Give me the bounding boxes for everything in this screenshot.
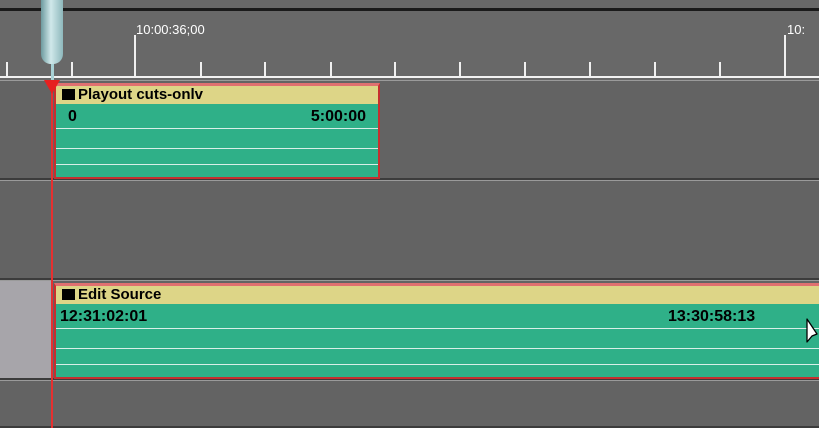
clip-divider <box>56 364 819 365</box>
clip-timecode-out: 13:30:58:13 <box>668 308 756 325</box>
ruler-minor-tick <box>459 62 461 76</box>
clip-timecode-in: 0 <box>68 108 77 125</box>
clip-divider <box>56 328 819 329</box>
ruler-minor-tick <box>6 62 8 76</box>
mouse-cursor-icon <box>806 318 818 343</box>
clip-timecode-in: 12:31:02:01 <box>60 308 148 325</box>
track-gutter[interactable] <box>0 181 52 278</box>
ruler-baseline <box>0 76 819 78</box>
ruler-minor-tick <box>71 62 73 76</box>
track-gutter[interactable] <box>0 81 52 178</box>
clip-timecode-out: 5:00:00 <box>310 108 366 125</box>
ruler-timecode-label: 10: <box>787 22 806 37</box>
ruler-minor-tick <box>330 62 332 76</box>
track-gutter[interactable] <box>0 381 52 426</box>
playhead-marker-icon <box>44 80 60 94</box>
clip-divider <box>56 164 378 165</box>
clip-divider <box>56 348 819 349</box>
ruler-top-border <box>0 8 819 11</box>
clip-edit-source[interactable]: Edit Source 12:31:02:01 13:30:58:13 <box>54 283 819 379</box>
ruler-timecode-label: 10:00:36;00 <box>136 22 205 37</box>
clip-header: Playout cuts-onlv <box>56 86 378 104</box>
clip-marker-icon <box>62 289 75 300</box>
timeline-track-empty[interactable] <box>0 180 819 280</box>
ruler-minor-tick <box>654 62 656 76</box>
clip-divider <box>56 148 378 149</box>
ruler-major-tick <box>784 35 786 76</box>
playhead-handle-icon[interactable] <box>41 0 63 64</box>
clip-title: Edit Source <box>78 286 162 303</box>
ruler-minor-tick <box>264 62 266 76</box>
clip-marker-icon <box>62 89 75 100</box>
clip-divider <box>56 128 378 129</box>
clip-playout-cuts-only[interactable]: Playout cuts-onlv 0 5:00:00 <box>54 83 380 179</box>
clip-title: Playout cuts-onlv <box>78 86 204 103</box>
clip-header: Edit Source <box>56 286 819 304</box>
ruler-minor-tick <box>524 62 526 76</box>
timeline-ruler[interactable]: 10:00:36;00 10: <box>0 0 819 82</box>
track-gutter[interactable] <box>0 281 52 378</box>
timeline-track-edit-source[interactable]: Edit Source 12:31:02:01 13:30:58:13 <box>0 280 819 380</box>
ruler-minor-tick <box>719 62 721 76</box>
ruler-minor-tick <box>589 62 591 76</box>
timeline-track-playout[interactable]: Playout cuts-onlv 0 5:00:00 <box>0 80 819 180</box>
playhead-line <box>51 80 53 428</box>
ruler-minor-tick <box>394 62 396 76</box>
ruler-major-tick <box>134 35 136 76</box>
ruler-minor-tick <box>200 62 202 76</box>
timeline-track-empty[interactable] <box>0 380 819 428</box>
